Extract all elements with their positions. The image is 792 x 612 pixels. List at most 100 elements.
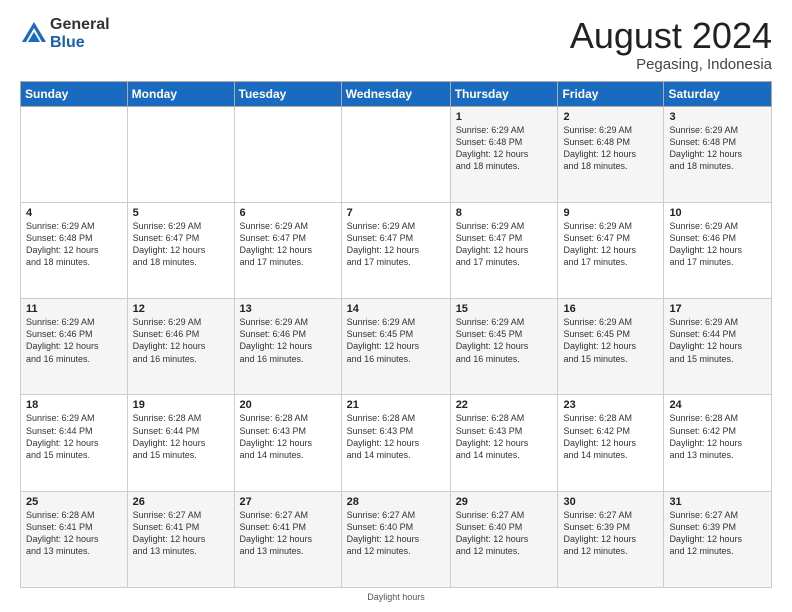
calendar-cell — [341, 106, 450, 202]
day-info: Sunrise: 6:28 AM Sunset: 6:43 PM Dayligh… — [347, 412, 445, 461]
day-number: 15 — [456, 303, 553, 315]
footer-note: Daylight hours — [20, 592, 772, 602]
calendar-cell: 22Sunrise: 6:28 AM Sunset: 6:43 PM Dayli… — [450, 395, 558, 491]
calendar-cell: 15Sunrise: 6:29 AM Sunset: 6:45 PM Dayli… — [450, 299, 558, 395]
calendar-cell — [21, 106, 128, 202]
calendar-cell: 18Sunrise: 6:29 AM Sunset: 6:44 PM Dayli… — [21, 395, 128, 491]
day-info: Sunrise: 6:29 AM Sunset: 6:48 PM Dayligh… — [563, 124, 658, 173]
calendar-cell: 29Sunrise: 6:27 AM Sunset: 6:40 PM Dayli… — [450, 491, 558, 587]
calendar-cell: 10Sunrise: 6:29 AM Sunset: 6:46 PM Dayli… — [664, 202, 772, 298]
location: Pegasing, Indonesia — [570, 56, 772, 73]
day-number: 23 — [563, 399, 658, 411]
page: General Blue August 2024 Pegasing, Indon… — [0, 0, 792, 612]
calendar-cell: 8Sunrise: 6:29 AM Sunset: 6:47 PM Daylig… — [450, 202, 558, 298]
day-info: Sunrise: 6:27 AM Sunset: 6:39 PM Dayligh… — [669, 509, 766, 558]
calendar-cell: 1Sunrise: 6:29 AM Sunset: 6:48 PM Daylig… — [450, 106, 558, 202]
calendar-cell — [234, 106, 341, 202]
day-number: 7 — [347, 207, 445, 219]
day-info: Sunrise: 6:29 AM Sunset: 6:47 PM Dayligh… — [133, 220, 229, 269]
day-number: 20 — [240, 399, 336, 411]
day-number: 9 — [563, 207, 658, 219]
day-info: Sunrise: 6:29 AM Sunset: 6:47 PM Dayligh… — [456, 220, 553, 269]
day-number: 6 — [240, 207, 336, 219]
day-number: 18 — [26, 399, 122, 411]
day-number: 2 — [563, 111, 658, 123]
day-info: Sunrise: 6:27 AM Sunset: 6:39 PM Dayligh… — [563, 509, 658, 558]
column-header-monday: Monday — [127, 81, 234, 106]
calendar-week-1: 1 Sunrise: 6:29 AM Sunset: 6:48 PM Daylig… — [21, 106, 772, 202]
calendar-week-2: 4Sunrise: 6:29 AM Sunset: 6:48 PM Daylig… — [21, 202, 772, 298]
day-info: Sunrise: 6:28 AM Sunset: 6:42 PM Dayligh… — [669, 412, 766, 461]
calendar-cell: 26Sunrise: 6:27 AM Sunset: 6:41 PM Dayli… — [127, 491, 234, 587]
calendar-cell: 12Sunrise: 6:29 AM Sunset: 6:46 PM Dayli… — [127, 299, 234, 395]
day-number: 10 — [669, 207, 766, 219]
calendar-cell: 23Sunrise: 6:28 AM Sunset: 6:42 PM Dayli… — [558, 395, 664, 491]
calendar-cell: 11Sunrise: 6:29 AM Sunset: 6:46 PM Dayli… — [21, 299, 128, 395]
day-info: Sunrise: 6:28 AM Sunset: 6:43 PM Dayligh… — [456, 412, 553, 461]
day-info: Sunrise: 6:28 AM Sunset: 6:44 PM Dayligh… — [133, 412, 229, 461]
calendar-cell: 6Sunrise: 6:29 AM Sunset: 6:47 PM Daylig… — [234, 202, 341, 298]
calendar-header-row: SundayMondayTuesdayWednesdayThursdayFrid… — [21, 81, 772, 106]
day-number: 24 — [669, 399, 766, 411]
calendar-cell: 5Sunrise: 6:29 AM Sunset: 6:47 PM Daylig… — [127, 202, 234, 298]
logo: General Blue — [20, 16, 110, 51]
day-info: Sunrise: 6:29 AM Sunset: 6:47 PM Dayligh… — [563, 220, 658, 269]
day-info: Sunrise: 6:28 AM Sunset: 6:41 PM Dayligh… — [26, 509, 122, 558]
day-number: 21 — [347, 399, 445, 411]
calendar-week-3: 11Sunrise: 6:29 AM Sunset: 6:46 PM Dayli… — [21, 299, 772, 395]
day-number: 29 — [456, 496, 553, 508]
day-number: 13 — [240, 303, 336, 315]
day-info: Sunrise: 6:29 AM Sunset: 6:46 PM Dayligh… — [133, 316, 229, 365]
day-number: 30 — [563, 496, 658, 508]
calendar-cell: 9Sunrise: 6:29 AM Sunset: 6:47 PM Daylig… — [558, 202, 664, 298]
day-info: Sunrise: 6:29 AM Sunset: 6:44 PM Dayligh… — [669, 316, 766, 365]
calendar-cell: 31Sunrise: 6:27 AM Sunset: 6:39 PM Dayli… — [664, 491, 772, 587]
day-number: 22 — [456, 399, 553, 411]
calendar-cell: 2Sunrise: 6:29 AM Sunset: 6:48 PM Daylig… — [558, 106, 664, 202]
column-header-tuesday: Tuesday — [234, 81, 341, 106]
day-number: 11 — [26, 303, 122, 315]
calendar: SundayMondayTuesdayWednesdayThursdayFrid… — [20, 81, 772, 602]
column-header-saturday: Saturday — [664, 81, 772, 106]
calendar-cell: 21Sunrise: 6:28 AM Sunset: 6:43 PM Dayli… — [341, 395, 450, 491]
calendar-cell: 14Sunrise: 6:29 AM Sunset: 6:45 PM Dayli… — [341, 299, 450, 395]
day-info: Sunrise: 6:29 AM Sunset: 6:48 PM Dayligh… — [669, 124, 766, 173]
day-info: Sunrise: 6:27 AM Sunset: 6:40 PM Dayligh… — [456, 509, 553, 558]
day-number: 17 — [669, 303, 766, 315]
calendar-cell: 7Sunrise: 6:29 AM Sunset: 6:47 PM Daylig… — [341, 202, 450, 298]
day-number: 28 — [347, 496, 445, 508]
calendar-cell: 16Sunrise: 6:29 AM Sunset: 6:45 PM Dayli… — [558, 299, 664, 395]
day-number: 19 — [133, 399, 229, 411]
logo-icon — [20, 20, 48, 48]
day-info: Sunrise: 6:29 AM Sunset: 6:46 PM Dayligh… — [669, 220, 766, 269]
calendar-cell: 28Sunrise: 6:27 AM Sunset: 6:40 PM Dayli… — [341, 491, 450, 587]
day-info: Sunrise: 6:29 AM Sunset: 6:45 PM Dayligh… — [563, 316, 658, 365]
day-number: 8 — [456, 207, 553, 219]
logo-blue: Blue — [50, 34, 110, 52]
calendar-cell: 13Sunrise: 6:29 AM Sunset: 6:46 PM Dayli… — [234, 299, 341, 395]
calendar-cell: 25Sunrise: 6:28 AM Sunset: 6:41 PM Dayli… — [21, 491, 128, 587]
day-number: 25 — [26, 496, 122, 508]
calendar-cell: 20Sunrise: 6:28 AM Sunset: 6:43 PM Dayli… — [234, 395, 341, 491]
calendar-cell: 3Sunrise: 6:29 AM Sunset: 6:48 PM Daylig… — [664, 106, 772, 202]
calendar-table: SundayMondayTuesdayWednesdayThursdayFrid… — [20, 81, 772, 588]
day-number: 1 — [456, 111, 553, 123]
day-info: Sunrise: 6:29 AM Sunset: 6:47 PM Dayligh… — [347, 220, 445, 269]
calendar-cell — [127, 106, 234, 202]
day-info: Sunrise: 6:29 AM Sunset: 6:46 PM Dayligh… — [240, 316, 336, 365]
column-header-sunday: Sunday — [21, 81, 128, 106]
day-number: 27 — [240, 496, 336, 508]
day-number: 12 — [133, 303, 229, 315]
calendar-cell: 17Sunrise: 6:29 AM Sunset: 6:44 PM Dayli… — [664, 299, 772, 395]
day-number: 16 — [563, 303, 658, 315]
day-info: Sunrise: 6:29 AM Sunset: 6:46 PM Dayligh… — [26, 316, 122, 365]
day-info: Sunrise: 6:29 AM Sunset: 6:45 PM Dayligh… — [347, 316, 445, 365]
logo-general: General — [50, 16, 110, 34]
day-number: 5 — [133, 207, 229, 219]
calendar-cell: 4Sunrise: 6:29 AM Sunset: 6:48 PM Daylig… — [21, 202, 128, 298]
day-number: 14 — [347, 303, 445, 315]
header: General Blue August 2024 Pegasing, Indon… — [20, 16, 772, 73]
title-block: August 2024 Pegasing, Indonesia — [570, 16, 772, 73]
day-info: Sunrise: 6:29 AM Sunset: 6:47 PM Dayligh… — [240, 220, 336, 269]
day-number: 26 — [133, 496, 229, 508]
